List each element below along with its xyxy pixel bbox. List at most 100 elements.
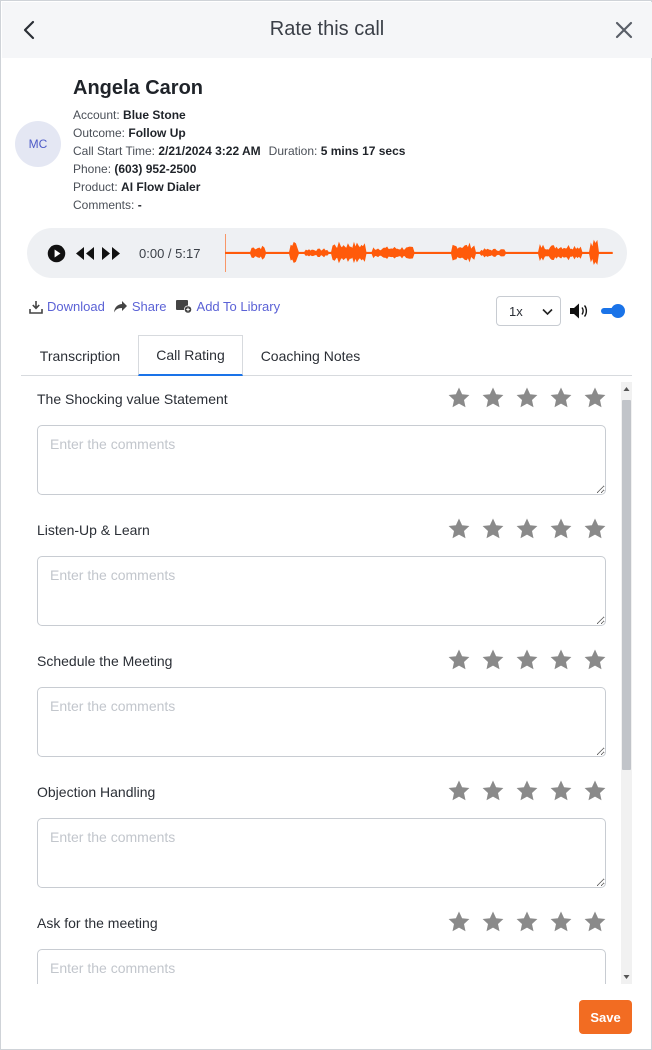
product-row: Product: AI Flow Dialer (73, 178, 405, 196)
rewind-icon[interactable] (75, 246, 95, 261)
download-label: Download (47, 299, 105, 314)
phone-value: (603) 952-2500 (114, 162, 197, 176)
current-time: 0:00 / (139, 246, 172, 261)
criterion-label: Objection Handling (37, 784, 156, 800)
share-icon (113, 300, 127, 312)
star-icon[interactable] (481, 386, 505, 410)
playback-time: 0:00 / 5:17 (139, 246, 200, 261)
autoplay-toggle[interactable] (601, 304, 625, 318)
comments-row: Comments: - (73, 196, 405, 214)
audio-player: 0:00 / 5:17 (27, 228, 627, 278)
star-icon[interactable] (549, 517, 573, 541)
star-icon[interactable] (583, 517, 607, 541)
star-rating (447, 386, 607, 410)
phone-label: Phone: (73, 162, 112, 176)
fast-forward-icon[interactable] (101, 246, 121, 261)
star-rating (447, 910, 607, 934)
account-value: Blue Stone (123, 108, 186, 122)
rate-call-panel: Rate this call MC Angela Caron Account: … (0, 0, 652, 1050)
star-icon[interactable] (515, 517, 539, 541)
star-icon[interactable] (447, 517, 471, 541)
star-rating (447, 648, 607, 672)
tab-bar: Transcription Call Rating Coaching Notes (21, 335, 632, 376)
comment-input[interactable] (37, 687, 606, 757)
star-icon[interactable] (583, 779, 607, 803)
chevron-down-icon (542, 308, 553, 316)
account-label: Account: (73, 108, 120, 122)
close-icon[interactable] (612, 18, 636, 42)
star-icon[interactable] (583, 648, 607, 672)
outcome-row: Outcome: Follow Up (73, 124, 405, 142)
star-icon[interactable] (481, 648, 505, 672)
star-icon[interactable] (515, 779, 539, 803)
start-time-row: Call Start Time: 2/21/2024 3:22 AM Durati… (73, 142, 405, 160)
volume-icon[interactable] (569, 302, 589, 320)
star-icon[interactable] (515, 910, 539, 934)
comment-input[interactable] (37, 556, 606, 626)
outcome-label: Outcome: (73, 126, 126, 140)
speed-value: 1x (509, 303, 523, 319)
star-icon[interactable] (583, 386, 607, 410)
criterion-label: Listen-Up & Learn (37, 522, 150, 538)
call-actions: Download Share Add To Library (29, 299, 280, 314)
scrollbar[interactable] (621, 382, 632, 984)
start-label: Call Start Time: (73, 144, 156, 158)
phone-row: Phone: (603) 952-2500 (73, 160, 405, 178)
comment-input[interactable] (37, 949, 606, 984)
star-rating (447, 779, 607, 803)
share-button[interactable]: Share (113, 299, 167, 314)
avatar: MC (15, 121, 61, 167)
tab-coaching-notes[interactable]: Coaching Notes (243, 335, 378, 376)
download-icon (29, 300, 43, 314)
star-icon[interactable] (515, 648, 539, 672)
comments-value: - (137, 198, 142, 212)
scroll-up-arrow-icon[interactable] (621, 384, 632, 394)
play-icon[interactable] (47, 244, 66, 263)
criterion-label: Schedule the Meeting (37, 653, 173, 669)
account-row: Account: Blue Stone (73, 106, 405, 124)
star-icon[interactable] (515, 386, 539, 410)
header: Rate this call (2, 2, 652, 58)
add-library-label: Add To Library (196, 299, 281, 314)
star-icon[interactable] (481, 779, 505, 803)
star-icon[interactable] (447, 648, 471, 672)
contact-name: Angela Caron (73, 77, 204, 99)
product-value: AI Flow Dialer (121, 180, 201, 194)
rating-criteria-list: The Shocking value Statement Listen-Up &… (21, 382, 632, 984)
scrollbar-thumb[interactable] (622, 400, 631, 770)
share-label: Share (131, 299, 167, 314)
star-icon[interactable] (481, 517, 505, 541)
star-icon[interactable] (549, 648, 573, 672)
contact-info: Angela Caron Account: Blue Stone Outcome… (73, 77, 405, 214)
page-title: Rate this call (269, 18, 385, 40)
audio-waveform[interactable] (225, 234, 613, 272)
star-icon[interactable] (447, 779, 471, 803)
comments-label: Comments: (73, 198, 135, 212)
product-label: Product: (73, 180, 118, 194)
star-icon[interactable] (481, 910, 505, 934)
playback-speed-select[interactable]: 1x (496, 296, 561, 326)
criterion-label: Ask for the meeting (37, 915, 158, 931)
start-value: 2/21/2024 3:22 AM (158, 144, 261, 158)
star-icon[interactable] (447, 910, 471, 934)
criterion-label: The Shocking value Statement (37, 391, 228, 407)
star-rating (447, 517, 607, 541)
download-button[interactable]: Download (29, 299, 105, 314)
scroll-down-arrow-icon[interactable] (621, 972, 632, 982)
library-add-icon (175, 300, 192, 314)
star-icon[interactable] (549, 779, 573, 803)
save-button[interactable]: Save (579, 1000, 632, 1034)
comment-input[interactable] (37, 818, 606, 888)
tab-call-rating[interactable]: Call Rating (138, 335, 243, 376)
star-icon[interactable] (447, 386, 471, 410)
star-icon[interactable] (549, 386, 573, 410)
comment-input[interactable] (37, 425, 606, 495)
star-icon[interactable] (583, 910, 607, 934)
add-to-library-button[interactable]: Add To Library (175, 299, 281, 314)
toggle-knob (611, 304, 625, 318)
outcome-value: Follow Up (128, 126, 186, 140)
star-icon[interactable] (549, 910, 573, 934)
duration-value: 5 mins 17 secs (320, 144, 406, 158)
duration-label: Duration: (268, 144, 318, 158)
tab-transcription[interactable]: Transcription (21, 335, 139, 376)
